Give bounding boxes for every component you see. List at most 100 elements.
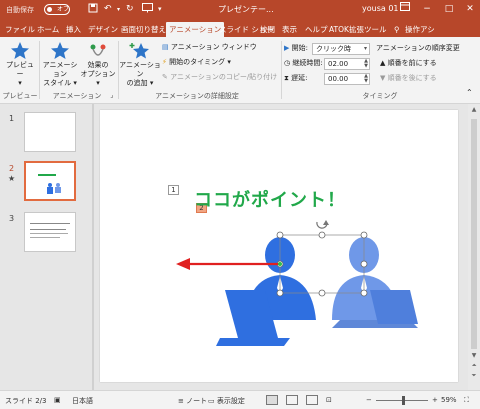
slideshow-icon[interactable]: ⊡: [326, 396, 332, 404]
resize-handle[interactable]: [276, 289, 284, 297]
user-name[interactable]: yousa 01: [362, 4, 399, 13]
slide-thumbnail-3[interactable]: [24, 212, 76, 252]
zoom-out-button[interactable]: −: [366, 396, 372, 404]
language-indicator[interactable]: 日本語: [72, 396, 93, 406]
delay-spinner-icon[interactable]: ▲ ▼: [364, 74, 368, 84]
slide-2-preview-image: [38, 174, 61, 194]
close-button[interactable]: ✕: [463, 2, 477, 16]
resize-handle[interactable]: [318, 231, 326, 239]
delay-value: 00.00: [328, 75, 349, 83]
trigger-button[interactable]: ⚡ 開始のタイミング ▾: [162, 56, 231, 68]
tab-help[interactable]: ヘルプ: [305, 22, 328, 37]
tab-review[interactable]: 校閲: [260, 22, 275, 37]
start-select[interactable]: クリック時 ▾: [312, 43, 370, 55]
preview-button[interactable]: プレビュー ▾: [3, 41, 37, 88]
group-timing-label: タイミング: [362, 92, 398, 100]
tab-view[interactable]: 表示: [282, 22, 297, 37]
trigger-label: 開始のタイミング ▾: [169, 58, 231, 66]
reading-view-icon[interactable]: [306, 395, 318, 405]
fit-to-window-icon[interactable]: ⛶: [464, 396, 469, 405]
previous-slide-icon[interactable]: ⏶: [468, 362, 480, 370]
scrollbar-thumb[interactable]: [471, 119, 477, 349]
zoom-level[interactable]: 59%: [441, 396, 457, 404]
effect-options-button[interactable]: 効果の オプション ▾: [80, 41, 116, 88]
effect-options-label-1: 効果の: [87, 61, 109, 69]
animation-dialog-launcher-icon[interactable]: ⌟: [108, 91, 116, 99]
document-title: プレゼンテー...: [218, 5, 274, 14]
slide-thumbnail-2[interactable]: [24, 161, 76, 201]
tab-atok-tools[interactable]: ATOK拡張ツール: [329, 22, 386, 37]
ribbon-display-icon[interactable]: [398, 2, 412, 16]
clock-icon: ◷: [284, 59, 291, 67]
animation-pane-label: アニメーション ウィンドウ: [170, 43, 257, 51]
maximize-button[interactable]: □: [442, 2, 456, 16]
tab-design[interactable]: デザイン: [88, 22, 118, 37]
autosave-toggle[interactable]: オフ: [44, 4, 70, 15]
animation-tag[interactable]: 1: [168, 185, 179, 195]
group-animation-label: アニメーション: [52, 92, 102, 100]
resize-handle[interactable]: [360, 260, 368, 268]
collapse-ribbon-icon[interactable]: ⌃: [466, 87, 473, 99]
slide-thumbnail-1[interactable]: [24, 112, 76, 152]
next-slide-icon[interactable]: ⏷: [468, 372, 480, 380]
slide-editor: 1 2 ココがポイント！: [94, 104, 468, 390]
duration-field[interactable]: 02.00 ▲ ▼: [324, 58, 370, 70]
tab-file[interactable]: ファイル: [5, 22, 35, 37]
preview-star-icon: [11, 42, 29, 59]
delay-label-text: 遅延:: [291, 74, 308, 82]
undo-dropdown-icon[interactable]: ▾: [117, 3, 120, 16]
display-settings-button[interactable]: ▭ 表示設定: [208, 396, 245, 406]
scroll-up-icon[interactable]: ▲: [468, 106, 480, 113]
proofing-icon[interactable]: ▣: [54, 396, 61, 404]
redo-icon[interactable]: ↻: [126, 3, 134, 16]
hourglass-icon: ⧗: [284, 74, 289, 82]
tab-insert[interactable]: 挿入: [66, 22, 81, 37]
start-label: ▶ 開始:: [284, 42, 308, 54]
laptop-right: [370, 290, 418, 324]
move-later-button[interactable]: ▼ 順番を後にする: [380, 72, 437, 84]
animation-painter-button[interactable]: ✎ アニメーションのコピー/貼り付け: [162, 71, 277, 83]
search-icon[interactable]: ⚲: [394, 22, 400, 37]
move-earlier-button[interactable]: ▲ 順番を前にする: [380, 57, 437, 69]
preview-dropdown-icon: ▾: [18, 79, 22, 87]
display-settings-label: 表示設定: [216, 397, 245, 405]
tab-transitions[interactable]: 画面切り替え: [121, 22, 166, 37]
meeting-illustration[interactable]: [160, 220, 450, 370]
lightning-icon: ⚡: [162, 58, 167, 66]
tab-home[interactable]: ホーム: [37, 22, 59, 37]
tab-animations[interactable]: アニメーション: [166, 22, 225, 37]
duration-label-text: 継続時間:: [292, 59, 323, 67]
add-animation-label-1: アニメーション: [119, 61, 161, 78]
present-from-start-icon[interactable]: [142, 3, 153, 18]
brush-icon: ✎: [162, 73, 168, 81]
scroll-down-icon[interactable]: ▼: [468, 352, 480, 359]
zoom-slider-thumb[interactable]: [402, 396, 405, 405]
normal-view-icon[interactable]: [266, 395, 278, 405]
resize-handle[interactable]: [360, 289, 368, 297]
add-animation-button[interactable]: アニメーション の追加 ▾: [119, 41, 161, 88]
delay-field[interactable]: 00.00 ▲ ▼: [324, 73, 370, 85]
resize-handle[interactable]: [318, 289, 326, 297]
vertical-scrollbar[interactable]: ▲ ▼ ⏶ ⏷: [468, 104, 480, 390]
animation-styles-button[interactable]: アニメーション スタイル ▾: [40, 41, 80, 88]
slide-title[interactable]: ココがポイント！: [194, 186, 346, 212]
animation-pane-button[interactable]: ▤ アニメーション ウィンドウ: [162, 41, 257, 53]
notes-icon: ≡: [178, 397, 184, 405]
notes-button[interactable]: ≡ ノート: [178, 396, 207, 406]
animation-style-star-icon: [51, 42, 69, 59]
slide-sorter-icon[interactable]: [286, 395, 298, 405]
save-icon[interactable]: [88, 3, 98, 18]
zoom-in-button[interactable]: +: [432, 396, 438, 404]
undo-icon[interactable]: ↶: [104, 3, 112, 16]
resize-handle[interactable]: [360, 231, 368, 239]
tab-tell-me[interactable]: 操作アシ: [405, 22, 435, 37]
reorder-title: アニメーションの順序変更: [376, 44, 460, 52]
slide-number: 2: [9, 164, 15, 173]
duration-spinner-icon[interactable]: ▲ ▼: [364, 59, 368, 69]
resize-handle[interactable]: [276, 231, 284, 239]
add-animation-icon: [129, 43, 149, 59]
minimize-button[interactable]: −: [420, 2, 434, 16]
effect-options-label-2: オプション ▾: [80, 70, 116, 87]
slide-canvas[interactable]: 1 2 ココがポイント！: [100, 110, 458, 382]
customize-qat-icon[interactable]: ▾: [158, 3, 162, 16]
